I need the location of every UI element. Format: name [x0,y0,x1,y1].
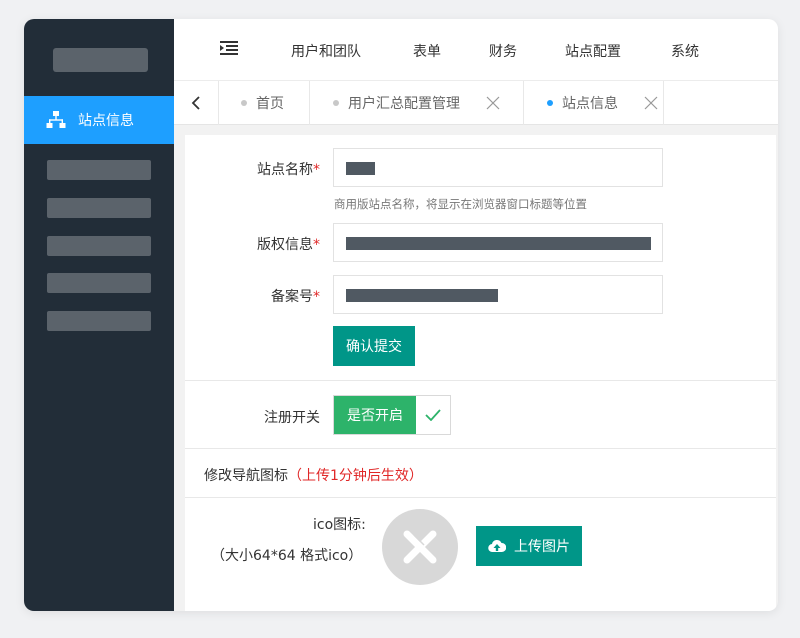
cloud-upload-icon [488,539,506,553]
sidebar-item-placeholder[interactable] [47,160,151,180]
tab-bar: 首页 用户汇总配置管理 站点信息 [174,81,778,125]
tab-dot-active [547,100,553,106]
nav-site-config[interactable]: 站点配置 [565,41,621,61]
copyright-input[interactable] [333,223,663,262]
sidebar: 站点信息 [24,19,174,611]
tab-user-summary-config[interactable]: 用户汇总配置管理 [310,81,524,125]
tab-home[interactable]: 首页 [219,81,310,125]
nav-system[interactable]: 系统 [671,41,699,61]
chevron-left-icon [191,96,200,110]
nav-finance[interactable]: 财务 [489,41,517,61]
sidebar-item-placeholder[interactable] [47,236,151,256]
tab-dot [241,100,247,106]
ico-field-label: ico图标: [313,517,366,533]
close-icon[interactable] [644,96,658,110]
tab-back-button[interactable] [174,81,219,125]
sidebar-item-label: 站点信息 [78,113,134,129]
sidebar-item-placeholder[interactable] [47,311,151,331]
sidebar-item-site-info[interactable]: 站点信息 [24,96,174,144]
upload-image-label: 上传图片 [514,539,570,555]
sitemap-icon [46,111,66,128]
site-info-form: 站点名称* 商用版站点名称，将显示在浏览器窗口标题等位置 版权信息* 备案号* … [185,135,776,611]
indent-menu-icon[interactable] [220,41,238,55]
register-toggle[interactable]: 是否开启 [333,395,451,435]
app-window: 站点信息 用户和团队 表单 财务 站点配置 系统 首页 用户汇总配置管理 站点信… [24,19,778,611]
upload-image-button[interactable]: 上传图片 [476,526,582,566]
tab-label: 用户汇总配置管理 [348,96,460,112]
divider [185,380,776,381]
tab-label: 首页 [256,96,284,112]
site-name-label: 站点名称* [257,162,320,178]
site-name-hint: 商用版站点名称，将显示在浏览器窗口标题等位置 [334,197,587,211]
icp-label: 备案号* [271,289,320,305]
tab-label: 站点信息 [562,96,618,112]
tab-dot [333,100,339,106]
close-icon[interactable] [486,96,500,110]
top-navigation: 用户和团队 表单 财务 站点配置 系统 [174,19,778,81]
redacted-value [346,162,375,175]
copyright-label: 版权信息* [257,237,320,253]
divider [185,448,776,449]
nav-users-teams[interactable]: 用户和团队 [291,41,361,61]
check-icon [416,396,450,434]
redacted-value [346,289,498,302]
ico-field-hint: （大小64*64 格式ico） [211,548,363,564]
nav-forms[interactable]: 表单 [413,41,441,61]
logo-placeholder [53,48,148,72]
broken-image-icon [403,530,437,564]
icp-input[interactable] [333,275,663,314]
nav-icon-section-title: 修改导航图标（上传1分钟后生效） [204,468,423,484]
sidebar-item-placeholder[interactable] [47,198,151,218]
divider [185,497,776,498]
ico-preview [382,509,458,585]
register-label: 注册开关 [264,410,320,426]
sidebar-item-placeholder[interactable] [47,273,151,293]
redacted-value [346,237,651,250]
tab-site-info[interactable]: 站点信息 [524,81,664,125]
register-toggle-label: 是否开启 [334,396,416,434]
submit-button[interactable]: 确认提交 [333,326,415,366]
site-name-input[interactable] [333,148,663,187]
